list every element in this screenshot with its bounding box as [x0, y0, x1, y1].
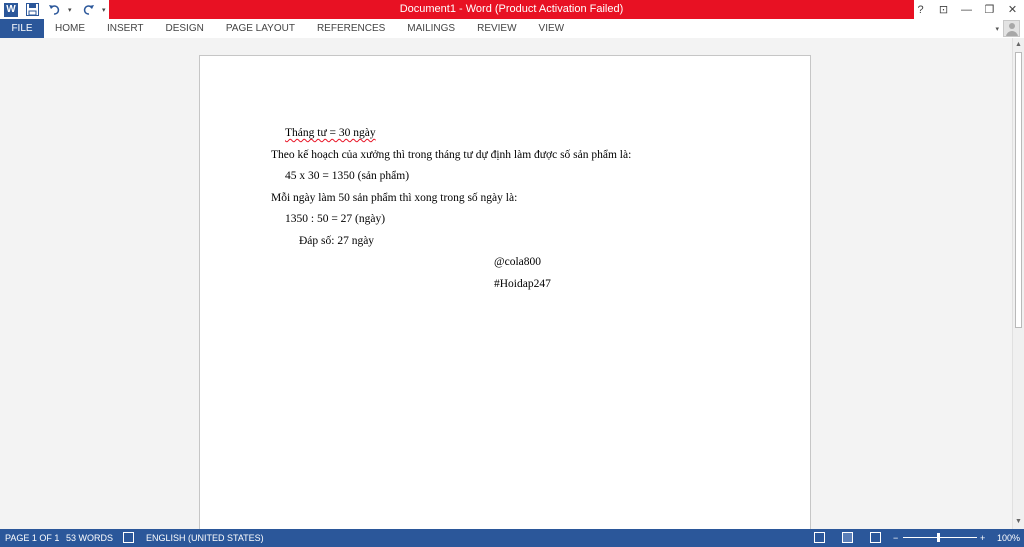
- zoom-in-button[interactable]: +: [980, 529, 985, 547]
- document-line[interactable]: 45 x 30 = 1350 (sản phẩm): [285, 170, 409, 182]
- avatar[interactable]: [1003, 20, 1020, 37]
- tab-mailings[interactable]: MAILINGS: [396, 19, 466, 38]
- status-bar: PAGE 1 OF 1 53 WORDS ENGLISH (UNITED STA…: [0, 529, 1024, 547]
- word-count[interactable]: 53 WORDS: [66, 529, 113, 547]
- account-dropdown-icon[interactable]: ▾: [995, 25, 999, 33]
- read-mode-icon[interactable]: [814, 532, 825, 543]
- word-icon[interactable]: W: [4, 2, 18, 17]
- document-line[interactable]: Theo kế hoạch của xưởng thì trong tháng …: [271, 149, 631, 161]
- scroll-down-icon[interactable]: ▼: [1013, 517, 1024, 527]
- zoom-out-button[interactable]: −: [893, 529, 898, 547]
- close-icon[interactable]: ✕: [1001, 0, 1024, 19]
- language[interactable]: ENGLISH (UNITED STATES): [146, 529, 264, 547]
- zoom-slider-thumb[interactable]: [937, 533, 940, 542]
- tab-home[interactable]: HOME: [44, 19, 96, 38]
- word-window: W ▾ ▾ Document1 - Word (Product Activati…: [0, 0, 1024, 547]
- document-area[interactable]: Tháng tư = 30 ngày Theo kế hoạch của xưở…: [0, 38, 1012, 529]
- ribbon-tab-list: HOME INSERT DESIGN PAGE LAYOUT REFERENCE…: [44, 19, 575, 38]
- document-line[interactable]: Tháng tư = 30 ngày: [285, 127, 376, 139]
- tab-page-layout[interactable]: PAGE LAYOUT: [215, 19, 306, 38]
- tab-file[interactable]: FILE: [0, 19, 44, 38]
- window-controls: ? ⊡ — ❐ ✕: [909, 0, 1024, 19]
- tab-references[interactable]: REFERENCES: [306, 19, 396, 38]
- line-text: 45 x 30 = 1350 (sản phẩm): [285, 170, 410, 182]
- line-text: 1350 : 50 = 27 (ngày): [285, 213, 386, 225]
- line-text: Mỗi ngày làm 50 sản phẩm thì xong trong …: [271, 192, 518, 204]
- zoom-slider[interactable]: [903, 537, 977, 538]
- line-text: @cola800: [494, 256, 541, 268]
- account-area: ▾: [995, 19, 1020, 38]
- redo-icon[interactable]: [80, 2, 96, 18]
- title-bar: W ▾ ▾ Document1 - Word (Product Activati…: [0, 0, 1024, 19]
- ribbon-tabs: FILE HOME INSERT DESIGN PAGE LAYOUT REFE…: [0, 19, 1024, 38]
- save-icon[interactable]: [24, 2, 40, 18]
- window-title: Document1 - Word (Product Activation Fai…: [109, 0, 914, 19]
- tab-insert[interactable]: INSERT: [96, 19, 155, 38]
- print-layout-icon[interactable]: [842, 532, 853, 543]
- ribbon-display-options-icon[interactable]: ⊡: [932, 0, 955, 19]
- zoom-level[interactable]: 100%: [997, 529, 1020, 547]
- tab-review[interactable]: REVIEW: [466, 19, 527, 38]
- vertical-scrollbar[interactable]: ▲ ▼: [1012, 38, 1024, 529]
- document-line[interactable]: @cola800: [494, 256, 541, 268]
- page-count[interactable]: PAGE 1 OF 1: [5, 529, 59, 547]
- undo-icon[interactable]: [46, 2, 62, 18]
- document-line[interactable]: Đáp số: 27 ngày: [299, 235, 374, 247]
- restore-icon[interactable]: ❐: [978, 0, 1001, 19]
- document-line[interactable]: Mỗi ngày làm 50 sản phẩm thì xong trong …: [271, 192, 517, 204]
- undo-dropdown-icon[interactable]: ▾: [68, 6, 74, 14]
- scroll-up-icon[interactable]: ▲: [1013, 40, 1024, 50]
- document-line[interactable]: #Hoidap247: [494, 278, 551, 290]
- minimize-icon[interactable]: —: [955, 0, 978, 19]
- quick-access-toolbar: W ▾ ▾: [4, 1, 108, 18]
- help-icon[interactable]: ?: [909, 0, 932, 19]
- customize-qat-icon[interactable]: ▾: [102, 6, 108, 14]
- line-text: Đáp số: 27 ngày: [299, 235, 375, 247]
- document-page[interactable]: Tháng tư = 30 ngày Theo kế hoạch của xưở…: [199, 55, 811, 529]
- tab-view[interactable]: VIEW: [528, 19, 576, 38]
- line-text: #Hoidap247: [494, 278, 551, 290]
- tab-design[interactable]: DESIGN: [155, 19, 215, 38]
- scrollbar-thumb[interactable]: [1015, 52, 1022, 328]
- document-line[interactable]: 1350 : 50 = 27 (ngày): [285, 213, 385, 225]
- web-layout-icon[interactable]: [870, 532, 881, 543]
- proofing-icon[interactable]: [123, 532, 134, 543]
- line-text: Tháng tư = 30 ngày: [285, 127, 376, 139]
- line-text: Theo kế hoạch của xưởng thì trong tháng …: [271, 149, 632, 161]
